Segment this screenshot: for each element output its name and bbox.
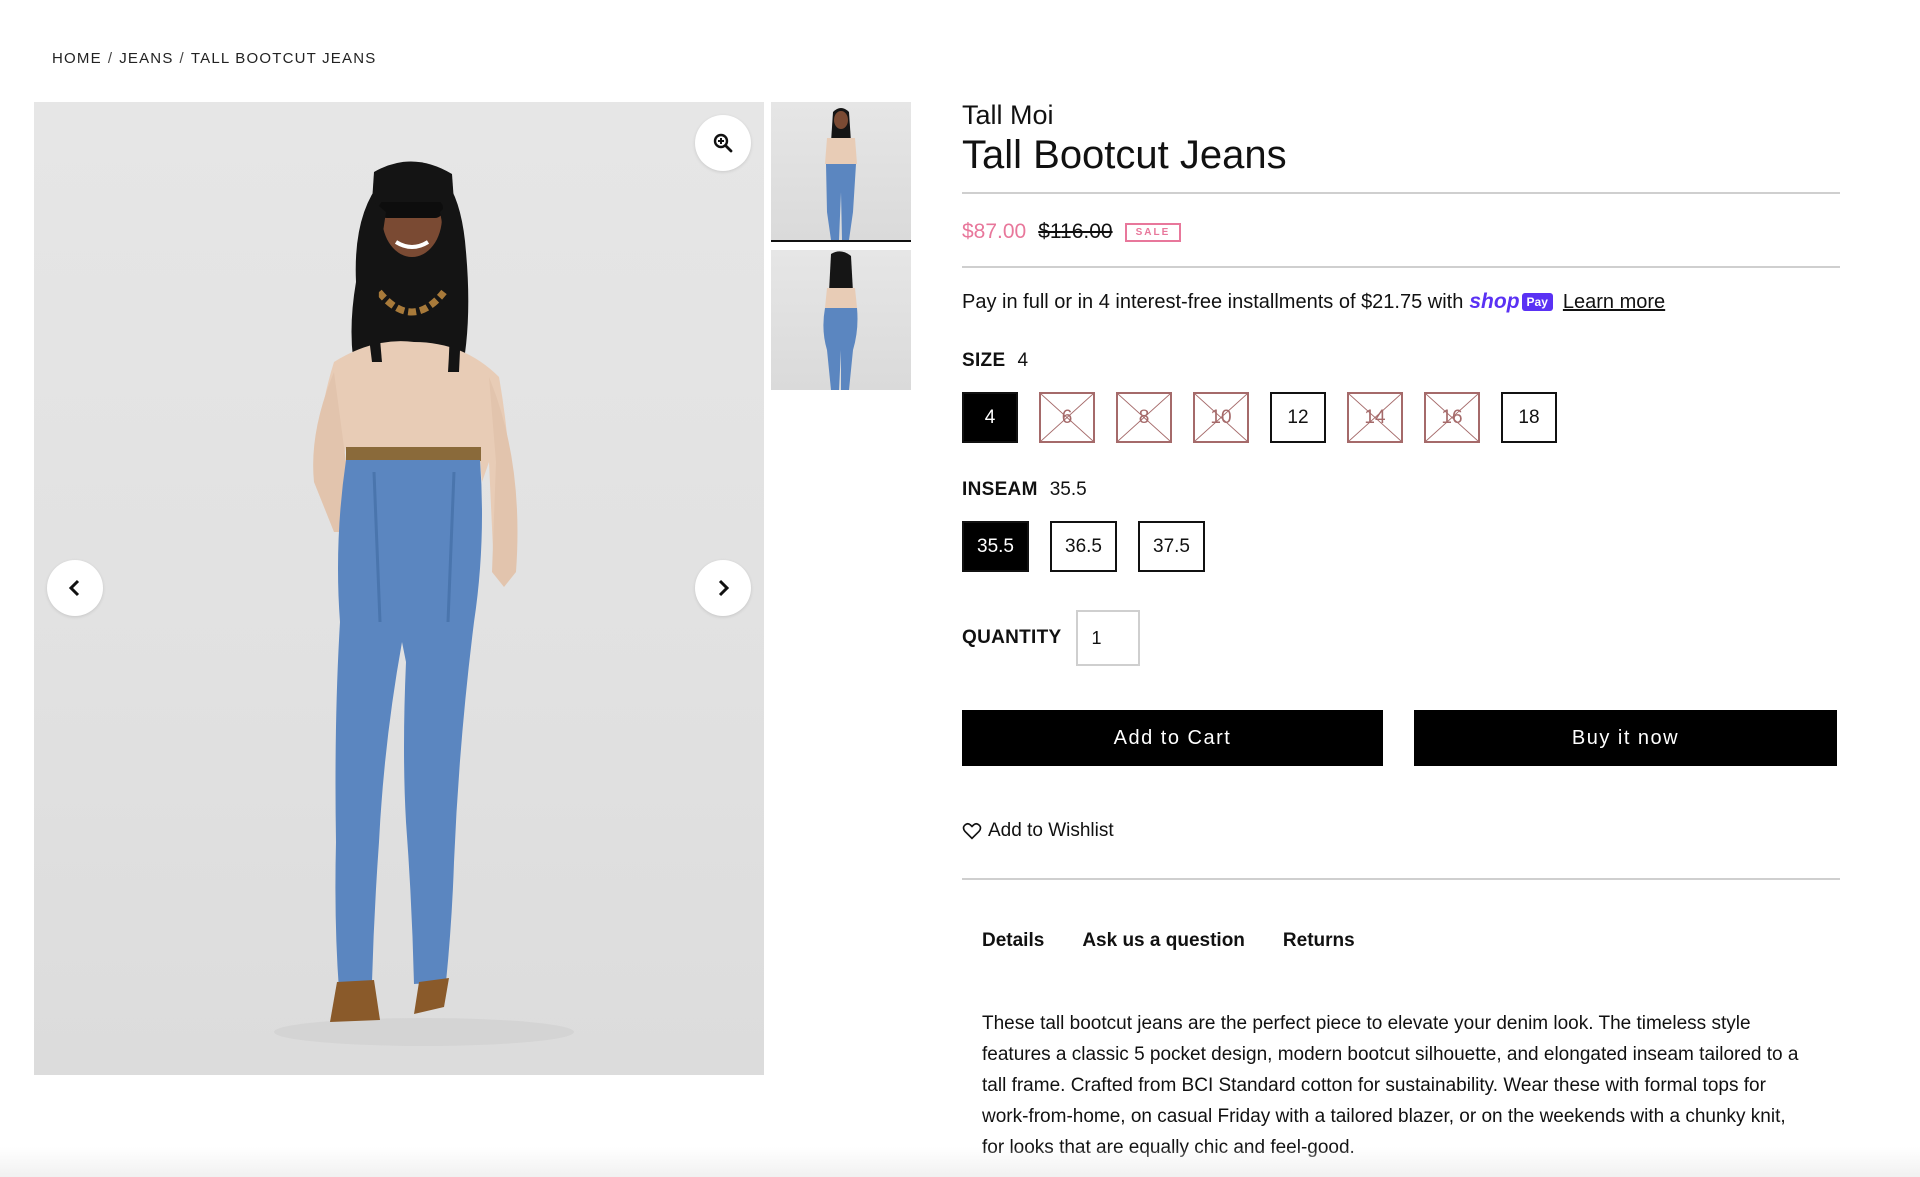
learn-more-link[interactable]: Learn more <box>1563 291 1665 314</box>
quantity-row: QUANTITY <box>962 610 1840 666</box>
model-photo <box>274 161 574 1046</box>
divider <box>962 266 1840 268</box>
zoom-button[interactable] <box>695 115 751 171</box>
chevron-left-icon <box>68 579 80 597</box>
unavailable-cross-icon <box>1118 394 1170 441</box>
size-option[interactable]: 18 <box>1501 392 1557 443</box>
inseam-option[interactable]: 36.5 <box>1050 521 1117 572</box>
tab-details[interactable]: Details <box>982 930 1044 952</box>
breadcrumb: HOME / JEANS / TALL BOOTCUT JEANS <box>52 50 376 67</box>
size-option[interactable]: 10 <box>1193 392 1249 443</box>
inseam-label: INSEAM <box>962 479 1038 500</box>
thumbnail-image <box>823 251 858 390</box>
breadcrumb-current: TALL BOOTCUT JEANS <box>190 50 377 67</box>
quantity-input[interactable] <box>1075 610 1140 666</box>
size-selected-value: 4 <box>1017 350 1029 371</box>
size-option[interactable]: 8 <box>1116 392 1172 443</box>
breadcrumb-jeans[interactable]: JEANS <box>119 50 173 67</box>
product-tabs: Details Ask us a question Returns <box>962 930 1840 952</box>
add-to-wishlist-button[interactable]: Add to Wishlist <box>962 820 1114 842</box>
installments-text: Pay in full or in 4 interest-free instal… <box>962 290 1464 313</box>
inseam-selected-value: 35.5 <box>1049 479 1087 500</box>
thumbnail-back[interactable] <box>771 250 911 390</box>
size-option-label: 12 <box>1287 406 1309 428</box>
size-option[interactable]: 14 <box>1347 392 1403 443</box>
size-option[interactable]: 16 <box>1424 392 1480 443</box>
size-option[interactable]: 6 <box>1039 392 1095 443</box>
unavailable-cross-icon <box>1426 394 1478 441</box>
shop-pay-logo: shop <box>1469 290 1520 313</box>
price-row: $87.00 $116.00 SALE <box>962 194 1840 266</box>
product-info: Tall Moi Tall Bootcut Jeans $87.00 $116.… <box>962 100 1840 1163</box>
add-to-cart-button[interactable]: Add to Cart <box>962 710 1383 766</box>
unavailable-cross-icon <box>1195 394 1247 441</box>
next-image-button[interactable] <box>695 560 751 616</box>
shop-pay-badge: Pay <box>1521 293 1553 311</box>
inseam-option[interactable]: 37.5 <box>1138 521 1205 572</box>
unavailable-cross-icon <box>1349 394 1401 441</box>
size-options: 4 68 10 12 14 16 18 <box>962 392 1840 443</box>
inseam-option[interactable]: 35.5 <box>962 521 1029 572</box>
heart-icon <box>962 822 982 840</box>
breadcrumb-home[interactable]: HOME <box>52 50 102 67</box>
inseam-option-label: 37.5 <box>1153 535 1190 557</box>
tab-ask-question[interactable]: Ask us a question <box>1082 930 1245 952</box>
purchase-buttons: Add to Cart Buy it now <box>962 710 1840 766</box>
breadcrumb-separator: / <box>107 50 114 67</box>
previous-image-button[interactable] <box>47 560 103 616</box>
zoom-in-icon <box>713 133 733 153</box>
divider <box>962 878 1840 880</box>
product-brand[interactable]: Tall Moi <box>962 100 1840 131</box>
thumbnail-front[interactable] <box>771 102 911 242</box>
size-option-label: 18 <box>1518 406 1540 428</box>
size-label-row: SIZE 4 <box>962 350 1840 372</box>
sale-badge: SALE <box>1124 222 1182 242</box>
size-option[interactable]: 4 <box>962 392 1018 443</box>
inseam-options: 35.5 36.5 37.5 <box>962 521 1840 572</box>
buy-now-button[interactable]: Buy it now <box>1414 710 1837 766</box>
size-option-label: 4 <box>984 406 996 428</box>
tab-returns[interactable]: Returns <box>1283 930 1355 952</box>
product-title: Tall Bootcut Jeans <box>962 133 1287 177</box>
sale-price: $87.00 <box>962 220 1027 243</box>
original-price: $116.00 <box>1038 220 1113 243</box>
quantity-label: QUANTITY <box>962 627 1062 648</box>
chevron-right-icon <box>718 579 730 597</box>
installments-message: Pay in full or in 4 interest-free instal… <box>962 290 1840 314</box>
wishlist-label: Add to Wishlist <box>988 820 1114 841</box>
product-main-image[interactable] <box>34 102 764 1075</box>
inseam-label-row: INSEAM 35.5 <box>962 479 1840 501</box>
size-label: SIZE <box>962 350 1006 371</box>
thumbnail-image <box>825 108 857 240</box>
inseam-option-label: 35.5 <box>977 535 1014 557</box>
breadcrumb-separator: / <box>179 50 185 67</box>
unavailable-cross-icon <box>1041 394 1093 441</box>
inseam-option-label: 36.5 <box>1065 535 1102 557</box>
size-option[interactable]: 12 <box>1270 392 1326 443</box>
product-description: These tall bootcut jeans are the perfect… <box>982 1013 1799 1158</box>
